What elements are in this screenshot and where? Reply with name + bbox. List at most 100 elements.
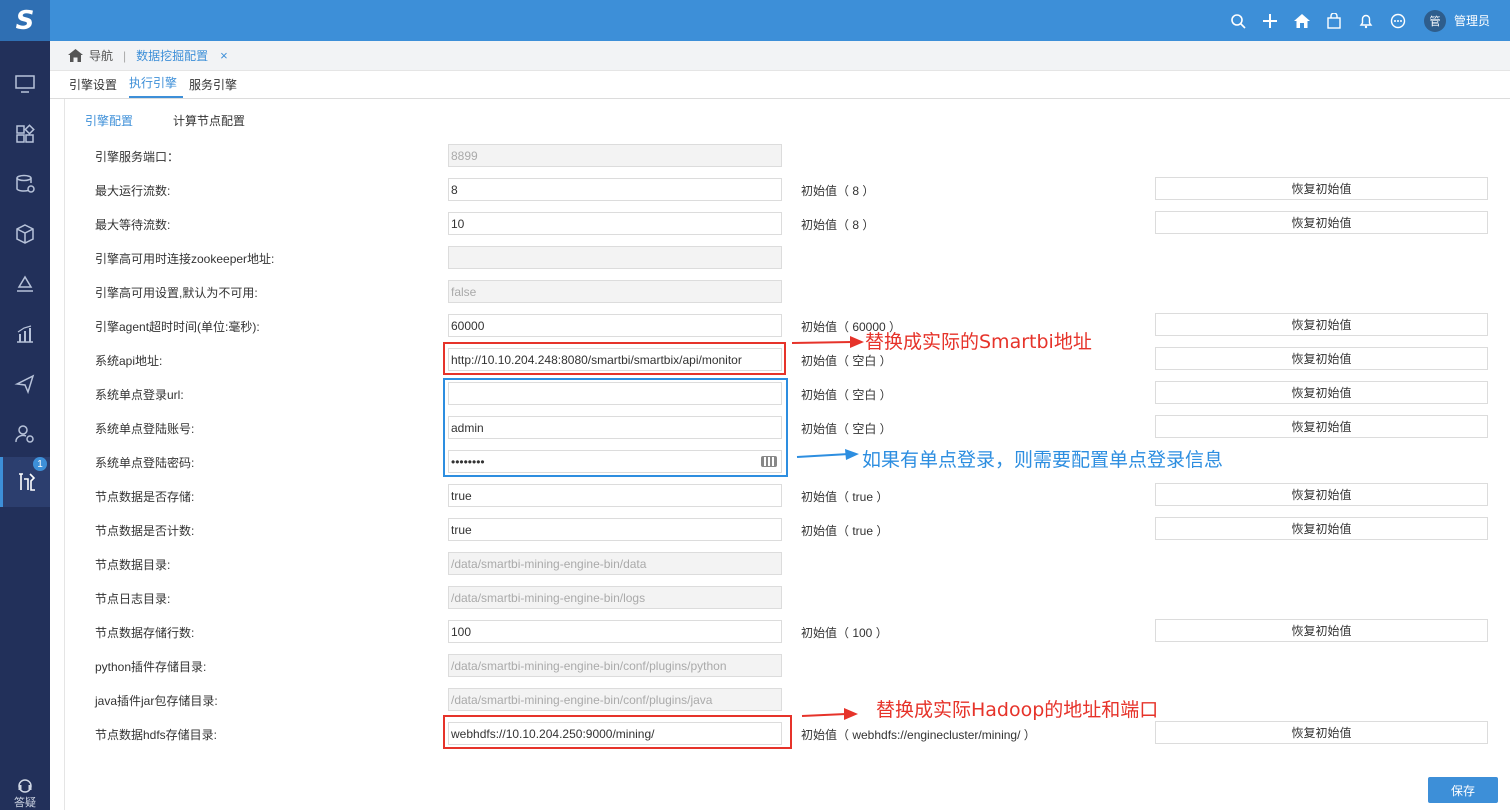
top-bar: S 管 管理员 — [0, 0, 1510, 41]
node-data-dir-label: 节点数据目录: — [95, 558, 171, 572]
python-plugin-dir-value: /data/smartbi-mining-engine-bin/conf/plu… — [451, 658, 727, 673]
red-arrow-icon — [791, 336, 864, 348]
annotation-sso-note: 如果有单点登录，则需要配置单点登录信息 — [862, 449, 1224, 471]
tab-engine-settings[interactable]: 引擎设置 — [69, 76, 123, 98]
avatar[interactable]: 管 — [1423, 9, 1446, 32]
agent-timeout-input[interactable]: 60000 — [448, 314, 782, 337]
bell-icon[interactable] — [1350, 0, 1382, 41]
node-data-count-label: 节点数据是否计数: — [95, 524, 195, 538]
node-store-rows-reset-button[interactable]: 恢复初始值 — [1155, 619, 1488, 642]
max-waiting-flows-value: 10 — [451, 216, 465, 231]
hdfs-dir-initial-value: 初始值（ webhdfs://enginecluster/mining/ ） — [801, 728, 1036, 742]
sso-password-label: 系统单点登陆密码: — [95, 456, 195, 470]
layers-icon[interactable] — [0, 259, 50, 309]
help-label: 答疑 — [14, 797, 36, 809]
node-data-store-initial-value: 初始值（ true ） — [801, 490, 889, 504]
ha-setting-input: false — [448, 280, 782, 303]
python-plugin-dir-input: /data/smartbi-mining-engine-bin/conf/plu… — [448, 654, 782, 677]
tab-bar: 引擎设置 执行引擎 服务引擎 — [50, 71, 1510, 99]
node-data-count-value: true — [451, 522, 472, 537]
breadcrumb: 导航 | 数据挖掘配置 × — [50, 41, 1510, 71]
node-data-store-reset-button[interactable]: 恢复初始值 — [1155, 483, 1488, 506]
ha-setting-value: false — [451, 284, 477, 299]
engine-port-input: 8899 — [448, 144, 782, 167]
max-running-flows-input[interactable]: 8 — [448, 178, 782, 201]
help-button[interactable]: 答疑 — [0, 774, 50, 810]
sso-url-label: 系统单点登录url: — [95, 388, 184, 402]
node-log-dir-label: 节点日志目录: — [95, 592, 171, 606]
max-running-flows-initial-value: 初始值（ 8 ） — [801, 184, 875, 198]
agent-timeout-reset-button[interactable]: 恢复初始值 — [1155, 313, 1488, 336]
breadcrumb-separator: | — [123, 48, 127, 63]
home-icon[interactable] — [1286, 0, 1318, 41]
node-store-rows-label: 节点数据存储行数: — [95, 626, 195, 640]
node-data-count-reset-button[interactable]: 恢复初始值 — [1155, 517, 1488, 540]
node-store-rows-initial-value: 初始值（ 100 ） — [801, 626, 888, 640]
user-gear-icon[interactable] — [0, 409, 50, 459]
cube-icon[interactable] — [0, 209, 50, 259]
send-icon[interactable] — [0, 359, 50, 409]
node-data-dir-input: /data/smartbi-mining-engine-bin/data — [448, 552, 782, 575]
sso-account-label: 系统单点登陆账号: — [95, 422, 195, 436]
api-address-label: 系统api地址: — [95, 354, 163, 368]
subtab-compute-node-config[interactable]: 计算节点配置 — [173, 112, 245, 129]
engine-port-value: 8899 — [451, 148, 478, 163]
max-running-flows-value: 8 — [451, 182, 458, 197]
agent-timeout-label: 引擎agent超时时间(单位:毫秒): — [95, 320, 260, 334]
close-icon[interactable]: × — [220, 48, 228, 63]
annotation-red-box-api — [443, 342, 786, 375]
plus-icon[interactable] — [1254, 0, 1286, 41]
breadcrumb-home[interactable]: 导航 — [89, 47, 113, 64]
annotation-smartbi-note: 替换成实际的Smartbi地址 — [865, 331, 1092, 353]
engine-port-label: 引擎服务端口： — [95, 150, 180, 164]
zookeeper-address-label: 引擎高可用时连接zookeeper地址: — [95, 252, 275, 266]
chat-icon[interactable] — [1382, 0, 1414, 41]
home-icon[interactable] — [68, 49, 83, 62]
max-waiting-flows-initial-value: 初始值（ 8 ） — [801, 218, 875, 232]
node-data-dir-value: /data/smartbi-mining-engine-bin/data — [451, 556, 647, 571]
subtab-engine-config[interactable]: 引擎配置 — [85, 112, 133, 129]
top-icons: 管 管理员 — [1222, 0, 1510, 41]
annotation-red-box-hdfs — [443, 715, 792, 749]
max-running-flows-reset-button[interactable]: 恢复初始值 — [1155, 177, 1488, 200]
node-data-store-value: true — [451, 488, 472, 503]
breadcrumb-current[interactable]: 数据挖掘配置 — [136, 47, 208, 64]
max-waiting-flows-input[interactable]: 10 — [448, 212, 782, 235]
app-logo[interactable]: S — [0, 0, 50, 41]
java-plugin-dir-label: java插件jar包存储目录: — [95, 694, 218, 708]
api-address-reset-button[interactable]: 恢复初始值 — [1155, 347, 1488, 370]
database-icon[interactable] — [0, 159, 50, 209]
blue-arrow-icon — [796, 449, 859, 460]
node-log-dir-value: /data/smartbi-mining-engine-bin/logs — [451, 590, 646, 605]
sso-url-reset-button[interactable]: 恢复初始值 — [1155, 381, 1488, 404]
chart-icon[interactable] — [0, 309, 50, 359]
search-icon[interactable] — [1222, 0, 1254, 41]
tab-execution-engine[interactable]: 执行引擎 — [129, 74, 184, 98]
sso-account-reset-button[interactable]: 恢复初始值 — [1155, 415, 1488, 438]
node-data-count-initial-value: 初始值（ true ） — [801, 524, 889, 538]
monitor-icon[interactable] — [0, 59, 50, 109]
username[interactable]: 管理员 — [1454, 12, 1490, 29]
apps-icon[interactable] — [0, 109, 50, 159]
python-plugin-dir-label: python插件存储目录: — [95, 660, 207, 674]
zookeeper-address-input — [448, 246, 782, 269]
tab-service-engine[interactable]: 服务引擎 — [189, 76, 243, 98]
ha-setting-label: 引擎高可用设置,默认为不可用: — [95, 286, 258, 300]
save-button[interactable]: 保存 — [1428, 777, 1498, 803]
max-waiting-flows-reset-button[interactable]: 恢复初始值 — [1155, 211, 1488, 234]
red-arrow-icon — [801, 708, 858, 720]
bag-icon[interactable] — [1318, 0, 1350, 41]
hdfs-dir-reset-button[interactable]: 恢复初始值 — [1155, 721, 1488, 744]
sso-url-initial-value: 初始值（ 空白 ） — [801, 388, 892, 402]
node-store-rows-input[interactable]: 100 — [448, 620, 782, 643]
tools-icon[interactable]: 1 — [0, 457, 50, 507]
sidebar: 1 答疑 — [0, 41, 50, 810]
annotation-hadoop-note: 替换成实际Hadoop的地址和端口 — [876, 699, 1159, 721]
node-log-dir-input: /data/smartbi-mining-engine-bin/logs — [448, 586, 782, 609]
annotation-blue-box-sso — [443, 378, 788, 477]
max-waiting-flows-label: 最大等待流数: — [95, 218, 171, 232]
node-data-store-input[interactable]: true — [448, 484, 782, 507]
max-running-flows-label: 最大运行流数: — [95, 184, 171, 198]
notification-badge: 1 — [33, 457, 47, 471]
node-data-count-input[interactable]: true — [448, 518, 782, 541]
